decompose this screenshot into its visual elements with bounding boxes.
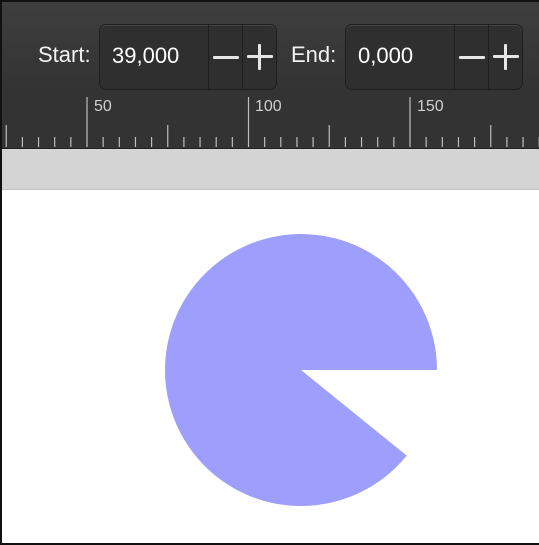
drawing-canvas[interactable]: [2, 190, 539, 543]
ruler-label-50: 50: [94, 98, 112, 115]
minus-icon: [459, 55, 485, 59]
canvas-margin: [2, 149, 539, 190]
start-decrement-button[interactable]: [209, 25, 243, 89]
start-label: Start:: [38, 42, 91, 67]
start-input[interactable]: 39,000: [112, 43, 179, 69]
ruler-label-100: 100: [255, 98, 282, 115]
toolbar: Start: 39,000 End: 0,000: [2, 2, 539, 90]
start-stepper[interactable]: 39,000: [99, 24, 277, 90]
pie-wedge-shape[interactable]: [165, 234, 437, 507]
end-input[interactable]: 0,000: [358, 43, 413, 69]
plus-icon: [493, 44, 519, 70]
end-stepper[interactable]: 0,000: [345, 24, 523, 90]
minus-icon: [213, 55, 239, 59]
end-decrement-button[interactable]: [455, 25, 489, 89]
ruler-label-150: 150: [417, 98, 444, 115]
start-increment-button[interactable]: [243, 25, 277, 89]
horizontal-ruler[interactable]: 50 100 150: [2, 90, 539, 149]
plus-icon: [247, 44, 273, 70]
end-increment-button[interactable]: [489, 25, 523, 89]
editor-window: Start: 39,000 End: 0,000 50 100 150: [0, 0, 539, 545]
end-label: End:: [291, 42, 337, 67]
